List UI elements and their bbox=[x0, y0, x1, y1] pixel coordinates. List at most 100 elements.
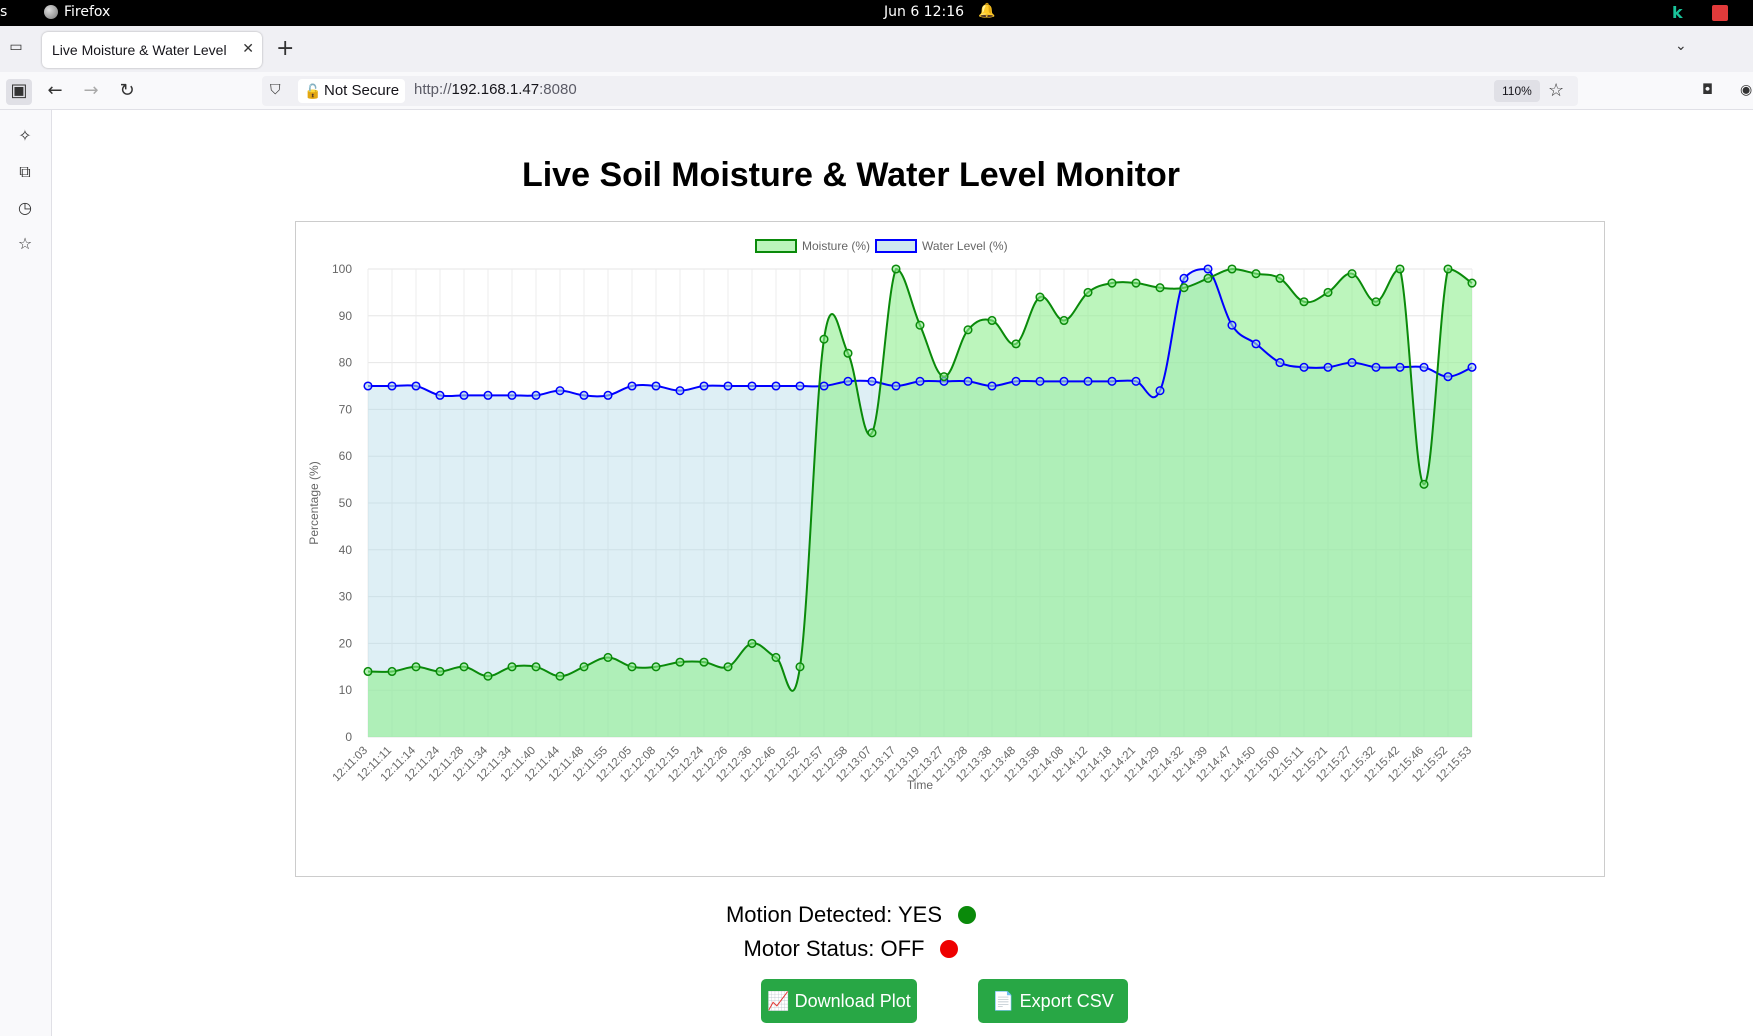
data-point bbox=[1299, 297, 1309, 307]
data-point bbox=[699, 657, 709, 667]
data-point bbox=[723, 662, 733, 672]
export-csv-button[interactable]: 📄 Export CSV bbox=[978, 979, 1128, 1023]
data-point bbox=[1203, 273, 1213, 283]
data-point bbox=[1227, 320, 1237, 330]
forward-arrow-icon[interactable]: → bbox=[78, 79, 104, 105]
data-point bbox=[747, 381, 757, 391]
app-menu[interactable]: Firefox bbox=[44, 4, 110, 20]
data-point bbox=[867, 428, 877, 438]
tray-app-icon[interactable] bbox=[1712, 5, 1728, 21]
legend-swatch bbox=[755, 239, 797, 253]
data-point bbox=[723, 381, 733, 391]
chevron-down-icon[interactable]: ⌄ bbox=[1675, 38, 1687, 54]
data-point bbox=[651, 381, 661, 391]
data-point bbox=[891, 381, 901, 391]
navigation-bar: ▣ ← → ↻ ⛉ 🔓 Not Secure http://192.168.1.… bbox=[0, 72, 1753, 110]
browser-sidebar: ✧ ⧉ ◷ ☆ bbox=[0, 110, 52, 1036]
data-point bbox=[1467, 278, 1477, 288]
tab-close-icon[interactable]: ✕ bbox=[242, 40, 254, 57]
data-point bbox=[1035, 292, 1045, 302]
data-point bbox=[1395, 264, 1405, 274]
data-point bbox=[1323, 362, 1333, 372]
data-point bbox=[1155, 283, 1165, 293]
activities-button[interactable]: s bbox=[0, 4, 7, 20]
x-axis-label: Time bbox=[907, 778, 934, 792]
tab-active[interactable]: Live Moisture & Water Level ✕ bbox=[42, 32, 262, 68]
new-tab-icon[interactable]: + bbox=[276, 36, 294, 61]
data-point bbox=[603, 390, 613, 400]
bookmark-star-icon[interactable]: ☆ bbox=[1548, 80, 1564, 101]
url-text[interactable]: http://192.168.1.47:8080 bbox=[414, 81, 577, 98]
data-point bbox=[555, 671, 565, 681]
data-point bbox=[1299, 362, 1309, 372]
data-point bbox=[675, 386, 685, 396]
data-point bbox=[987, 381, 997, 391]
synced-tabs-icon[interactable]: ⧉ bbox=[13, 162, 37, 186]
motion-status: Motion Detected: YES bbox=[52, 902, 1650, 928]
data-point bbox=[1347, 269, 1357, 279]
notification-bell-icon[interactable]: 🔔 bbox=[978, 3, 995, 19]
data-point bbox=[603, 652, 613, 662]
security-indicator[interactable]: 🔓 Not Secure bbox=[298, 79, 406, 103]
data-point bbox=[459, 662, 469, 672]
data-point bbox=[915, 320, 925, 330]
data-point bbox=[1203, 264, 1213, 274]
motor-status-label: Motor Status: OFF bbox=[743, 936, 925, 961]
tab-title: Live Moisture & Water Level bbox=[52, 42, 227, 58]
data-point bbox=[963, 325, 973, 335]
data-point bbox=[459, 390, 469, 400]
data-point bbox=[1179, 283, 1189, 293]
data-point bbox=[579, 390, 589, 400]
chart-container: 0 10 20 30 40 50 60 70 80 90 100 12:11:03 12:11:11 12… bbox=[295, 221, 1605, 877]
data-point bbox=[1371, 297, 1381, 307]
motion-status-label: Motion Detected: YES bbox=[725, 902, 943, 927]
data-point bbox=[387, 381, 397, 391]
moisture-water-chart: 010203040506070809010012:11:0312:11:1112… bbox=[307, 239, 1477, 792]
data-point bbox=[867, 376, 877, 386]
bookmarks-star-icon[interactable]: ☆ bbox=[13, 234, 37, 258]
data-point bbox=[579, 662, 589, 672]
reload-icon[interactable]: ↻ bbox=[114, 79, 140, 105]
download-plot-button[interactable]: 📈 Download Plot bbox=[761, 979, 917, 1023]
ai-sparkle-icon[interactable]: ✧ bbox=[13, 126, 37, 150]
data-point bbox=[1443, 372, 1453, 382]
data-point bbox=[411, 381, 421, 391]
back-arrow-icon[interactable]: ← bbox=[42, 79, 68, 105]
data-point bbox=[1275, 273, 1285, 283]
data-point bbox=[795, 662, 805, 672]
data-point bbox=[1011, 339, 1021, 349]
tracking-shield-icon[interactable]: ⛉ bbox=[270, 81, 281, 98]
url-port: :8080 bbox=[539, 81, 577, 98]
data-point bbox=[483, 671, 493, 681]
data-point bbox=[507, 390, 517, 400]
legend-label: Moisture (%) bbox=[802, 239, 870, 253]
url-bar[interactable]: ⛉ 🔓 Not Secure http://192.168.1.47:8080 … bbox=[262, 76, 1578, 106]
y-tick-label: 100 bbox=[332, 262, 352, 276]
k-app-indicator-icon[interactable]: k bbox=[1672, 3, 1683, 22]
zoom-level-button[interactable]: 110% bbox=[1494, 80, 1540, 102]
clock[interactable]: Jun 6 12:16 bbox=[884, 4, 964, 20]
data-point bbox=[1131, 278, 1141, 288]
data-point bbox=[1419, 362, 1429, 372]
history-icon[interactable]: ◷ bbox=[13, 198, 37, 222]
page-title: Live Soil Moisture & Water Level Monitor bbox=[521, 156, 1181, 194]
data-point bbox=[1275, 358, 1285, 368]
tab-list-icon[interactable]: ▭ bbox=[6, 39, 26, 59]
pocket-icon[interactable]: ◘ bbox=[1702, 82, 1713, 98]
data-point bbox=[819, 334, 829, 344]
y-tick-label: 60 bbox=[339, 449, 353, 463]
y-tick-label: 70 bbox=[339, 402, 353, 416]
account-icon[interactable]: ◉ bbox=[1740, 82, 1752, 98]
data-point bbox=[363, 381, 373, 391]
y-tick-label: 90 bbox=[339, 309, 353, 323]
data-point bbox=[1347, 358, 1357, 368]
url-host: 192.168.1.47 bbox=[451, 81, 540, 98]
data-point bbox=[1251, 269, 1261, 279]
sidebar-toggle-icon[interactable]: ▣ bbox=[6, 79, 32, 105]
data-point bbox=[891, 264, 901, 274]
data-point bbox=[1179, 273, 1189, 283]
data-point bbox=[1107, 278, 1117, 288]
data-point bbox=[1155, 386, 1165, 396]
data-point bbox=[1395, 362, 1405, 372]
data-point bbox=[963, 376, 973, 386]
